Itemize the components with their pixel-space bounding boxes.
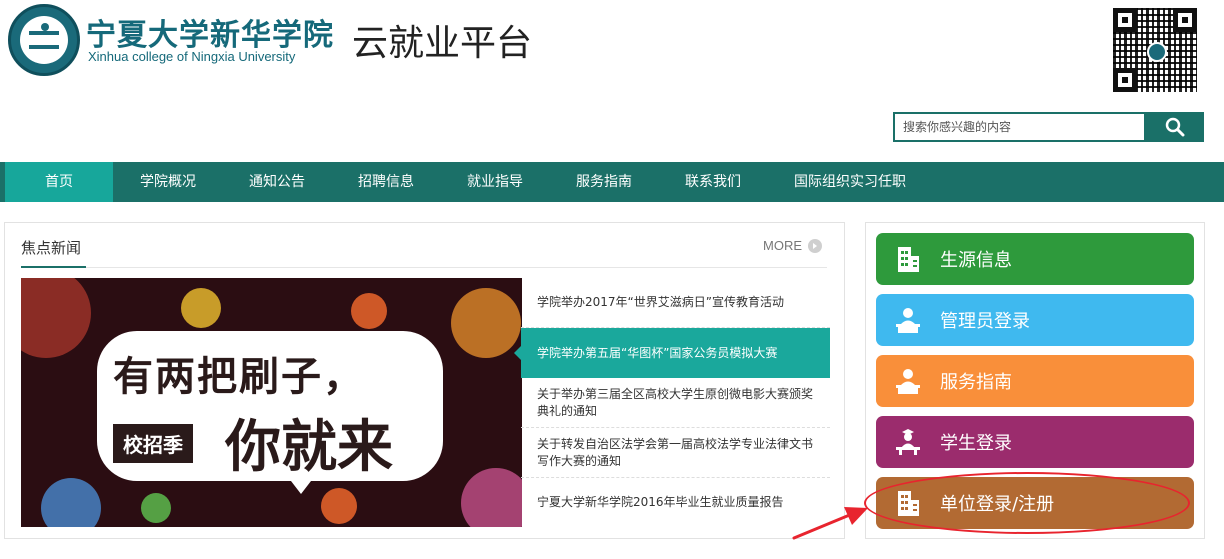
admin-login-label: 管理员登录: [940, 311, 1030, 332]
chevron-right-icon: [808, 238, 822, 253]
focus-news-panel: 焦点新闻 MORE 有两把刷子， 校招季 你就来 学院举办2017年“世界艾滋病: [4, 222, 845, 539]
admin-desk-icon: [896, 308, 920, 333]
qr-code-icon: [1111, 6, 1199, 94]
page: 宁夏大学新华学院 Xinhua college of Ningxia Unive…: [0, 0, 1224, 559]
title-underline: [21, 266, 86, 268]
company-login-register-button[interactable]: 单位登录/注册: [876, 477, 1194, 529]
news-item[interactable]: 宁夏大学新华学院2016年毕业生就业质量报告: [521, 478, 830, 527]
company-login-register-label: 单位登录/注册: [940, 494, 1055, 515]
banner-slogan-badge: 校招季: [113, 424, 193, 463]
university-emblem-icon[interactable]: [8, 4, 80, 76]
banner-slogan-line2: 你就来: [225, 414, 393, 480]
student-source-label: 生源信息: [940, 250, 1012, 271]
service-guide-label: 服务指南: [940, 372, 1012, 393]
service-desk-icon: [896, 369, 920, 394]
search-box: [893, 112, 1146, 142]
student-login-button[interactable]: 学生登录: [876, 416, 1194, 468]
building-icon: [898, 491, 919, 516]
divider: [21, 267, 827, 268]
student-icon: [896, 429, 920, 455]
building-icon: [898, 247, 919, 272]
student-source-button[interactable]: 生源信息: [876, 233, 1194, 285]
search-icon: [1165, 117, 1185, 137]
more-label: MORE: [763, 238, 802, 253]
nav-item-home[interactable]: 首页: [5, 162, 113, 202]
service-guide-button[interactable]: 服务指南: [876, 355, 1194, 407]
platform-title: 云就业平台: [352, 23, 533, 64]
news-banner-image[interactable]: 有两把刷子， 校招季 你就来: [21, 278, 522, 527]
search-input[interactable]: [895, 114, 1144, 140]
more-link[interactable]: MORE: [763, 238, 822, 253]
student-login-label: 学生登录: [940, 433, 1012, 454]
search-button[interactable]: [1146, 112, 1204, 142]
admin-login-button[interactable]: 管理员登录: [876, 294, 1194, 346]
banner-slogan-line1: 有两把刷子，: [113, 353, 365, 400]
school-name-en: Xinhua college of Ningxia University: [88, 49, 296, 64]
nav-item-service-guide[interactable]: 服务指南: [549, 162, 659, 202]
nav-item-notices[interactable]: 通知公告: [223, 162, 331, 202]
nav-item-contact[interactable]: 联系我们: [659, 162, 767, 202]
news-item[interactable]: 关于举办第三届全区高校大学生原创微电影大赛颁奖典礼的通知: [521, 378, 830, 428]
news-item-active[interactable]: 学院举办第五届“华图杯”国家公务员模拟大赛: [514, 328, 830, 378]
news-list: 学院举办2017年“世界艾滋病日”宣传教育活动 学院举办第五届“华图杯”国家公务…: [514, 278, 830, 527]
nav-item-international-internship[interactable]: 国际组织实习任职: [767, 162, 933, 202]
nav-item-recruitment[interactable]: 招聘信息: [331, 162, 441, 202]
news-item[interactable]: 关于转发自治区法学会第一届高校法学专业法律文书写作大赛的通知: [521, 428, 830, 478]
school-name-cn[interactable]: 宁夏大学新华学院: [86, 10, 334, 54]
nav-item-career-guidance[interactable]: 就业指导: [441, 162, 549, 202]
nav-item-college-overview[interactable]: 学院概况: [113, 162, 223, 202]
quick-access-panel: 生源信息 管理员登录 服务指南 学生登录 单位登录/注册: [865, 222, 1205, 539]
main-nav: 首页 学院概况 通知公告 招聘信息 就业指导 服务指南 联系我们 国际组织实习任…: [0, 162, 1224, 202]
news-section-title: 焦点新闻: [21, 239, 82, 257]
news-item[interactable]: 学院举办2017年“世界艾滋病日”宣传教育活动: [521, 278, 830, 328]
